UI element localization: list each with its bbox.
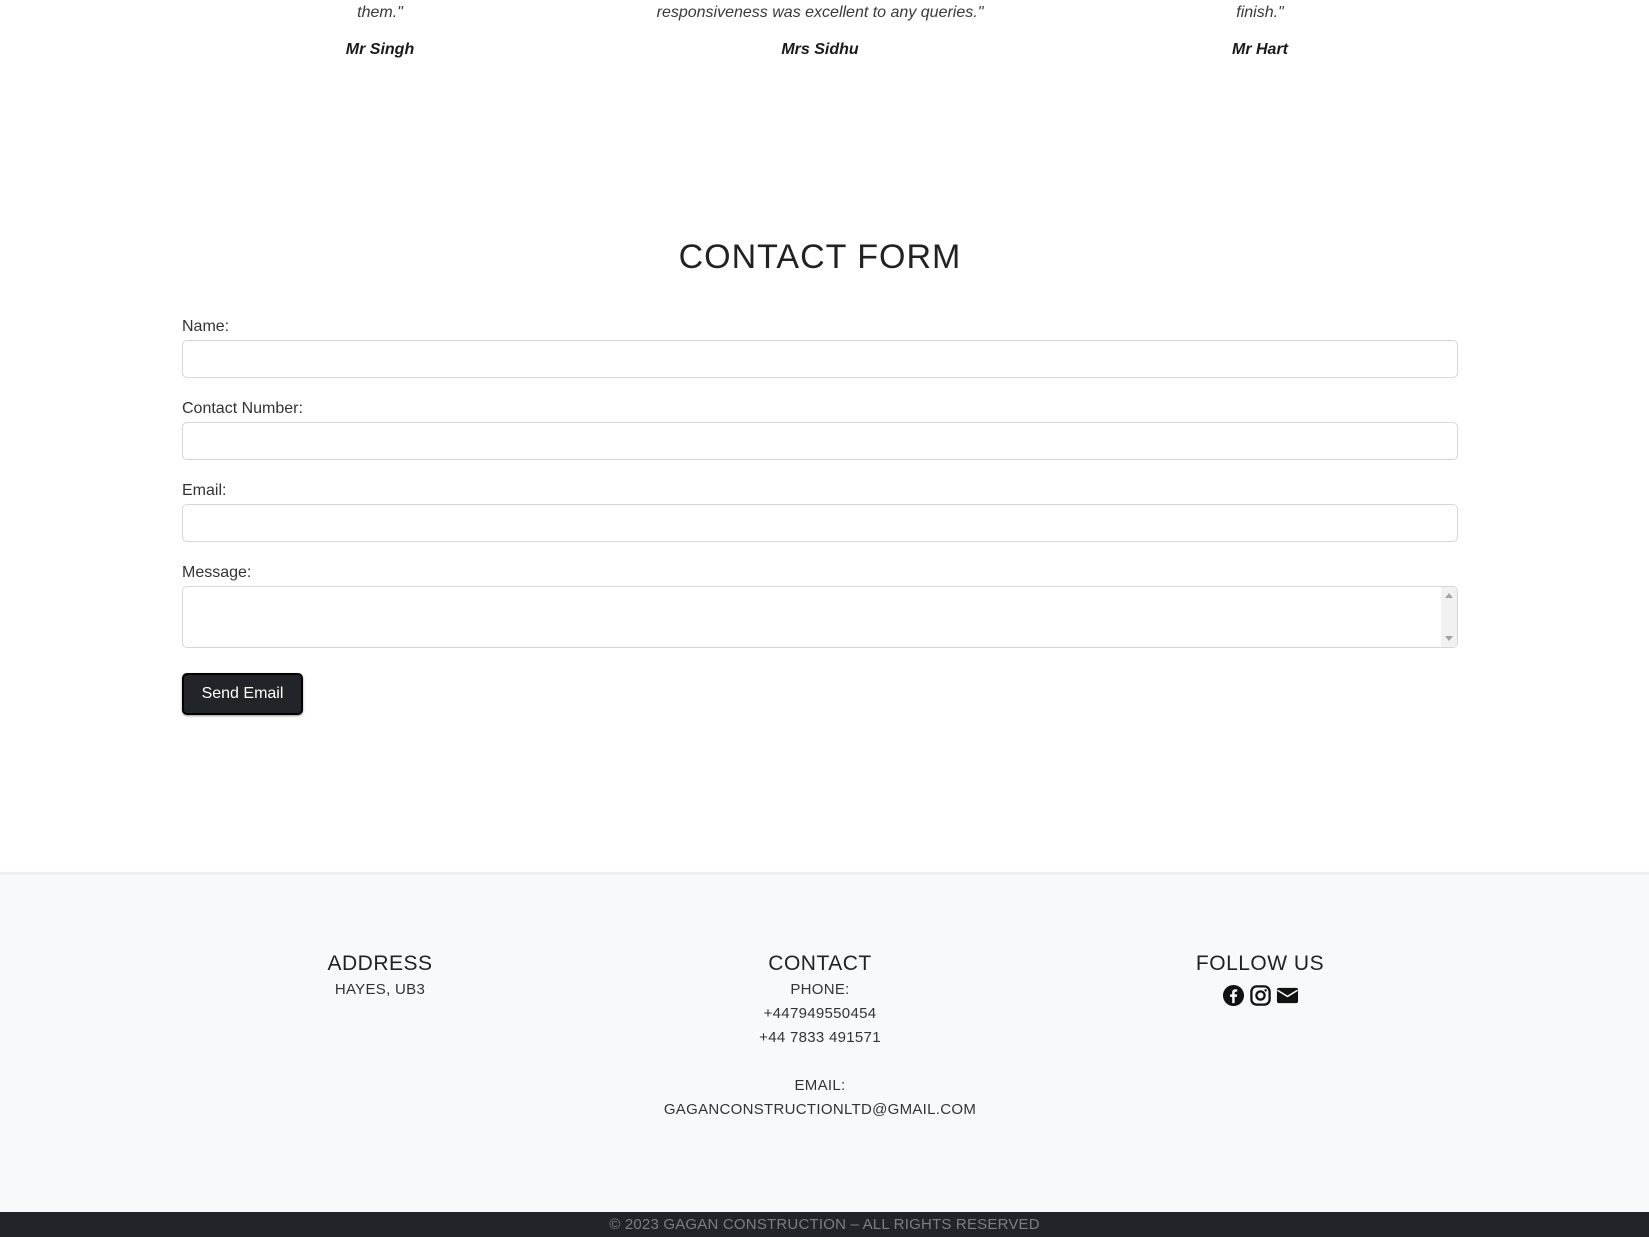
copyright-bar: © 2023 GAGAN CONSTRUCTION – ALL RIGHTS R… xyxy=(0,1212,1649,1237)
contact-number-label: Contact Number: xyxy=(182,400,303,417)
phone-number: +447949550454 xyxy=(763,1005,877,1022)
testimonial-quote: them." xyxy=(357,4,403,21)
scroll-down-arrow-icon[interactable] xyxy=(1445,636,1453,641)
copyright-text: © 2023 GAGAN CONSTRUCTION – ALL RIGHTS R… xyxy=(609,1216,1040,1233)
follow-heading: FOLLOW US xyxy=(1195,952,1325,975)
message-field xyxy=(182,586,1458,648)
testimonial-author: Mr Hart xyxy=(1231,41,1288,58)
footer-address: ADDRESS HAYES, UB3 xyxy=(160,950,600,1002)
instagram-icon[interactable] xyxy=(1249,984,1272,1007)
footer: ADDRESS HAYES, UB3 CONTACT PHONE: +44794… xyxy=(0,872,1649,1212)
testimonial-card: responsiveness was excellent to any quer… xyxy=(600,0,1040,60)
footer-follow: FOLLOW US xyxy=(1040,950,1480,1007)
testimonials-section: them." Mr Singh responsiveness was excel… xyxy=(0,0,1649,80)
social-links xyxy=(1040,984,1480,1007)
contact-number-input[interactable] xyxy=(182,422,1458,460)
testimonial-card: finish." Mr Hart xyxy=(1040,0,1480,60)
send-email-button[interactable]: Send Email xyxy=(182,673,303,715)
email-label: Email: xyxy=(182,482,227,499)
testimonial-card: them." Mr Singh xyxy=(160,0,600,60)
testimonial-author: Mr Singh xyxy=(345,41,415,58)
phone-label: PHONE: xyxy=(790,981,850,998)
testimonial-quote: responsiveness was excellent to any quer… xyxy=(656,4,984,21)
email-input[interactable] xyxy=(182,504,1458,542)
envelope-icon[interactable] xyxy=(1276,984,1299,1007)
testimonial-author: Mrs Sidhu xyxy=(781,41,859,58)
name-input[interactable] xyxy=(182,340,1458,378)
message-scrollbar[interactable] xyxy=(1441,587,1457,647)
testimonial-quote: finish." xyxy=(1236,4,1284,21)
contact-form: Name: Contact Number: Email: Message: xyxy=(182,316,1458,648)
email-address: GAGANCONSTRUCTIONLTD@GMAIL.COM xyxy=(663,1101,977,1118)
message-textarea[interactable] xyxy=(182,586,1458,648)
contact-form-title: CONTACT FORM xyxy=(678,238,962,276)
contact-heading: CONTACT xyxy=(768,952,872,975)
phone-number: +44 7833 491571 xyxy=(759,1029,881,1046)
message-label: Message: xyxy=(182,564,252,581)
email-label: EMAIL: xyxy=(794,1077,846,1094)
footer-contact: CONTACT PHONE: +447949550454 +44 7833 49… xyxy=(600,950,1040,1122)
address-heading: ADDRESS xyxy=(327,952,433,975)
address-text: HAYES, UB3 xyxy=(334,981,426,998)
scroll-up-arrow-icon[interactable] xyxy=(1445,593,1453,598)
facebook-icon[interactable] xyxy=(1222,984,1245,1007)
name-label: Name: xyxy=(182,318,230,335)
